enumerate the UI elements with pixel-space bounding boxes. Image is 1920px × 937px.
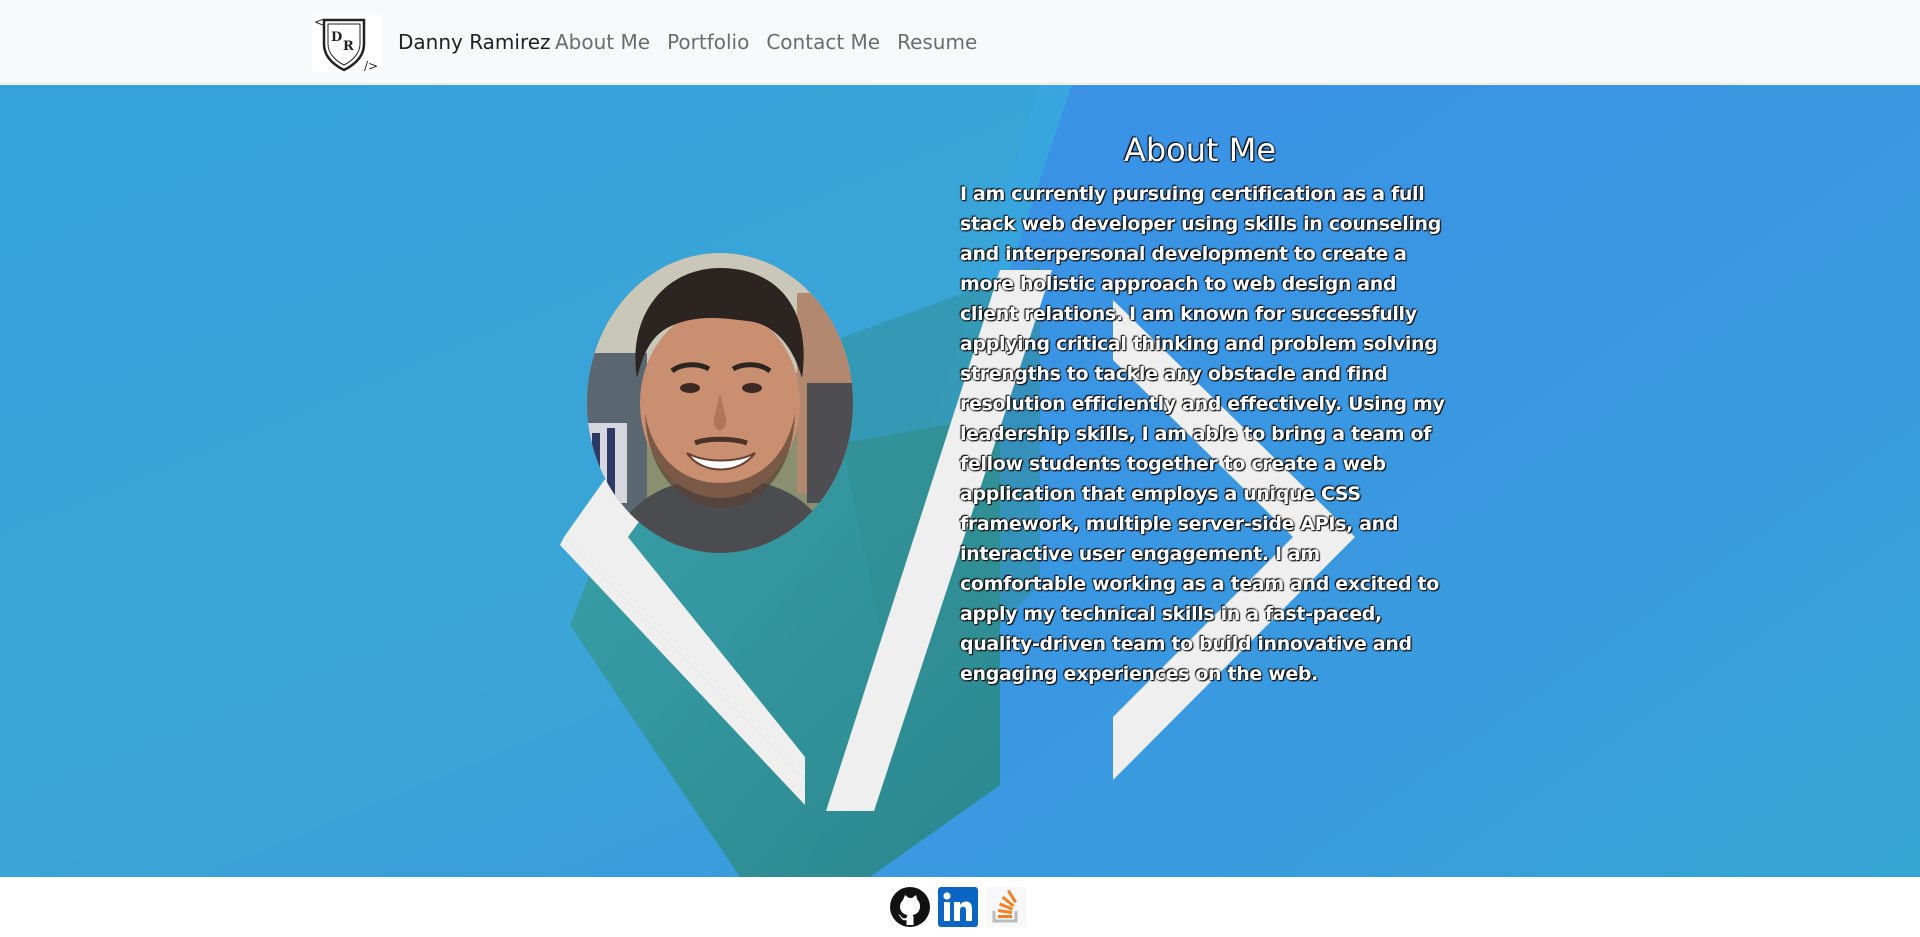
nav-links: About Me Portfolio Contact Me Resume bbox=[555, 30, 977, 54]
github-icon bbox=[890, 887, 930, 927]
brand-name[interactable]: Danny Ramirez bbox=[398, 30, 551, 54]
linkedin-icon bbox=[938, 887, 978, 927]
profile-photo-image bbox=[587, 253, 853, 553]
svg-text:<: < bbox=[314, 15, 324, 29]
social-icons bbox=[890, 887, 1026, 927]
github-link[interactable] bbox=[890, 887, 930, 927]
shield-logo-icon: < D R /> bbox=[314, 15, 378, 73]
svg-text:D: D bbox=[331, 30, 342, 45]
nav-link-about-me[interactable]: About Me bbox=[555, 30, 650, 54]
hero-section: About Me I am currently pursuing certifi… bbox=[0, 85, 1920, 877]
footer bbox=[0, 877, 1920, 937]
nav-link-portfolio[interactable]: Portfolio bbox=[667, 30, 749, 54]
about-title: About Me bbox=[1123, 131, 1277, 169]
svg-text:/>: /> bbox=[364, 59, 378, 72]
about-paragraph: I am currently pursuing certification as… bbox=[960, 183, 1445, 685]
profile-photo bbox=[587, 253, 853, 553]
navbar: < D R /> Danny Ramirez About Me Portfoli… bbox=[0, 0, 1920, 84]
stackoverflow-icon bbox=[986, 887, 1026, 927]
linkedin-link[interactable] bbox=[938, 887, 978, 927]
svg-text:R: R bbox=[343, 39, 354, 54]
stackoverflow-link[interactable] bbox=[986, 887, 1026, 927]
nav-link-contact-me[interactable]: Contact Me bbox=[766, 30, 880, 54]
brand-logo[interactable]: < D R /> bbox=[312, 14, 382, 73]
nav-link-resume[interactable]: Resume bbox=[897, 30, 977, 54]
